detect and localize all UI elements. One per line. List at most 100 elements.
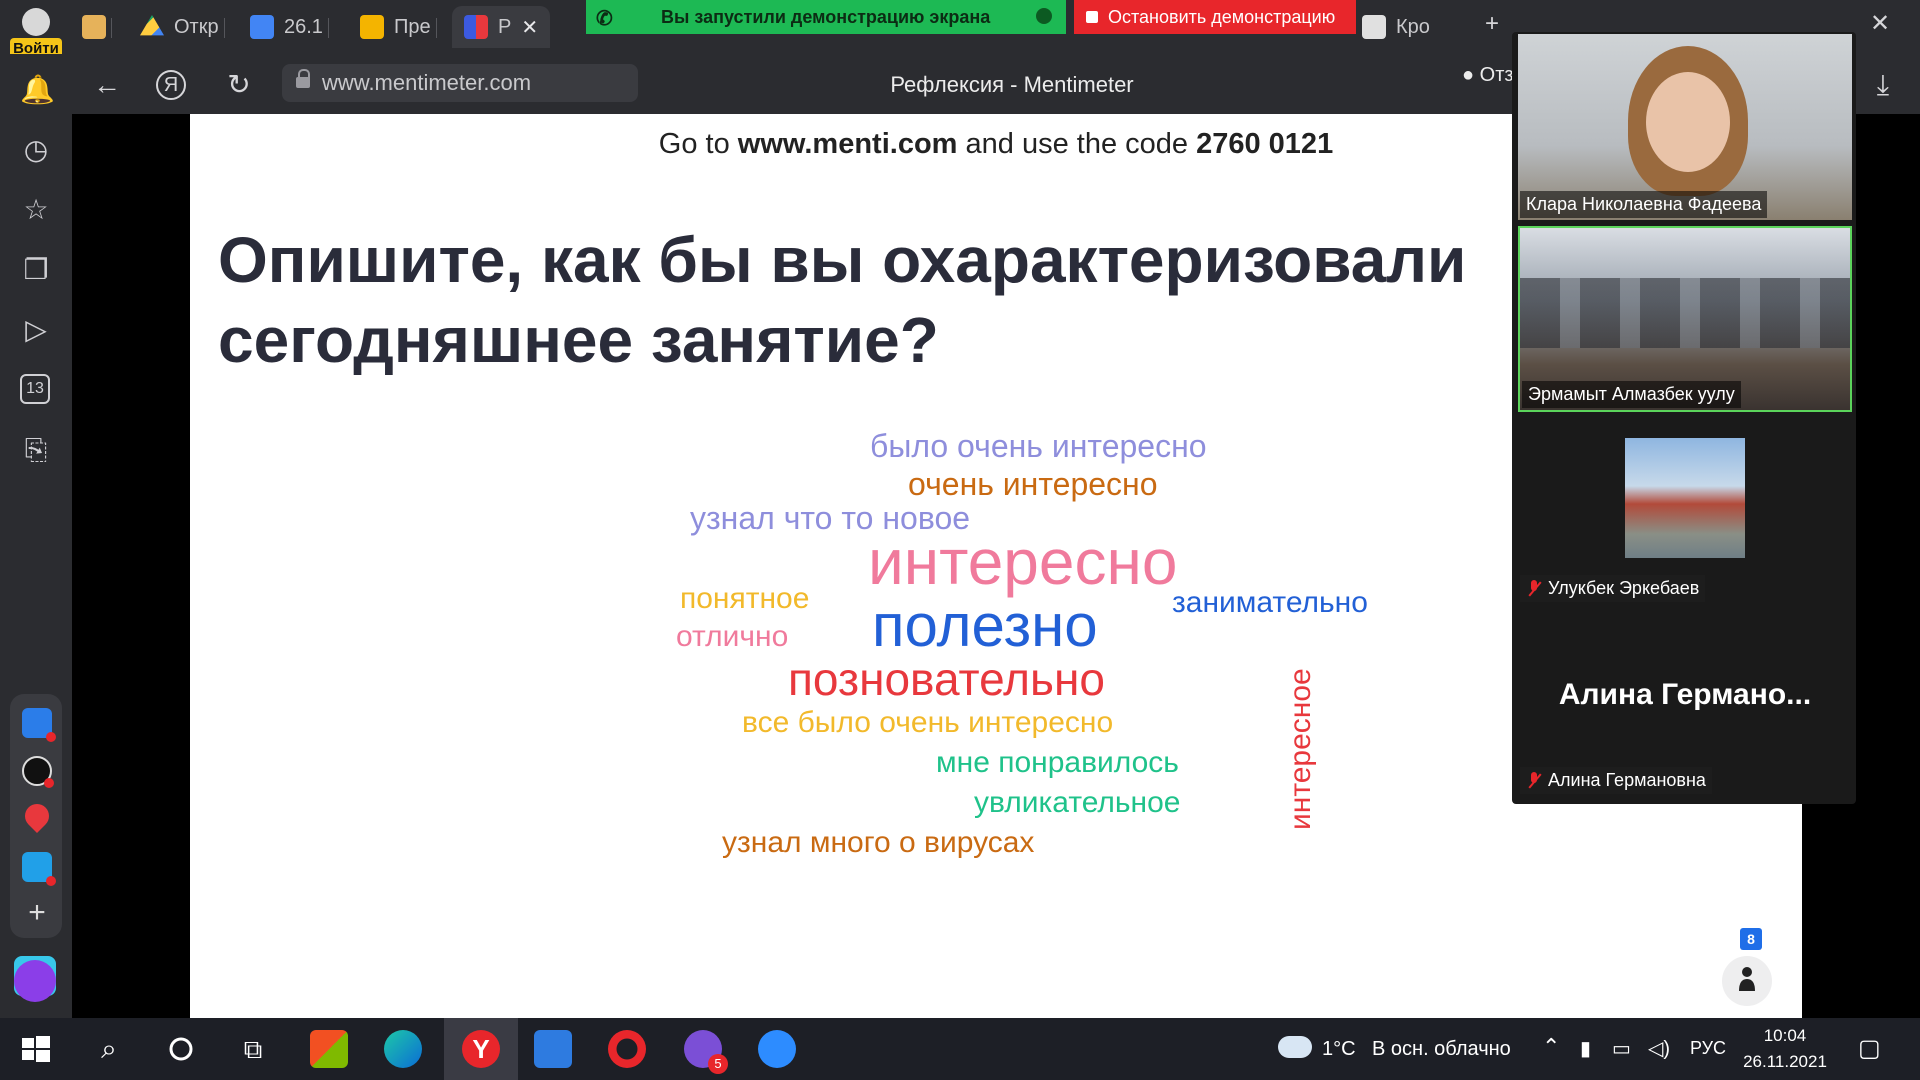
question-title: Опишите, как бы вы охарактеризовали сего…	[218, 224, 1467, 376]
tab-google-docs[interactable]: 26.1	[250, 6, 329, 48]
page-title: Рефлексия - Mentimeter	[890, 72, 1134, 97]
new-tab-icon[interactable]: +	[1476, 8, 1508, 40]
video-tile-camera-off[interactable]: Алина Германо... Алина Германовна	[1518, 610, 1852, 796]
bookmarks-star-icon[interactable]: ☆	[20, 194, 52, 226]
tab-label: 26.1	[284, 15, 323, 38]
tab-favicon-icon	[1362, 15, 1386, 39]
cloud-word: занимательно	[1172, 586, 1368, 619]
join-code: 2760 0121	[1196, 128, 1334, 160]
tab-label: Откр	[174, 15, 219, 38]
video-tile-active-speaker[interactable]: Эрмамыт Алмазбек уулу	[1518, 226, 1852, 412]
join-site: www.menti.com	[737, 128, 958, 160]
viber-unread-badge: 5	[708, 1054, 728, 1074]
language-indicator[interactable]: РУС	[1690, 1038, 1726, 1059]
windows-start-icon[interactable]	[16, 1030, 54, 1068]
calendar-icon[interactable]: 13	[20, 374, 50, 404]
sidebar-apps-group: +	[10, 694, 62, 938]
participant-name: Эрмамыт Алмазбек уулу	[1528, 384, 1735, 404]
cloud-word: интересно	[868, 526, 1178, 598]
bell-icon[interactable]: 🔔	[20, 74, 55, 106]
tab-right[interactable]: Кро	[1362, 6, 1430, 48]
video-play-icon[interactable]: ▷	[20, 314, 52, 346]
download-icon[interactable]: ⤓	[1866, 68, 1900, 102]
battery-icon[interactable]: ▭	[1612, 1036, 1631, 1061]
share-banner-text: Вы запустили демонстрацию экрана	[661, 6, 991, 27]
participant-display-name: Алина Германо...	[1558, 678, 1812, 711]
review-button[interactable]: ● Отз	[1462, 64, 1514, 87]
participants-button[interactable]	[1722, 956, 1772, 1006]
google-drive-icon	[140, 15, 164, 36]
market-app-icon[interactable]	[22, 852, 56, 886]
participant-name: Алина Германовна	[1548, 770, 1706, 790]
participant-name-label: Улукбек Эркебаев	[1520, 575, 1706, 602]
microphone-muted-icon	[1526, 771, 1542, 790]
microsoft-store-icon[interactable]	[310, 1030, 348, 1068]
chevron-up-icon[interactable]: ⌃	[1542, 1034, 1560, 1060]
cloud-word: все было очень интересно	[742, 706, 1114, 739]
cloud-word: позновательно	[788, 653, 1105, 705]
camera-app-icon[interactable]	[22, 756, 54, 788]
add-app-icon[interactable]: +	[22, 898, 52, 928]
tab-bookmark-fox[interactable]	[82, 6, 112, 48]
profile-avatar	[22, 8, 50, 36]
history-clock-icon[interactable]: ◷	[20, 134, 52, 166]
cortana-icon[interactable]	[162, 1030, 200, 1068]
screenshot-camera-icon[interactable]: ⎘	[20, 434, 52, 466]
notifications-icon[interactable]: ▢	[1858, 1034, 1881, 1063]
zoom-icon[interactable]	[758, 1030, 796, 1068]
mentimeter-favicon-icon	[464, 15, 488, 39]
yandex-browser-taskbar-item[interactable]: Y	[444, 1018, 518, 1080]
stop-share-button[interactable]: Остановить демонстрацию	[1074, 0, 1356, 34]
stop-icon	[1086, 11, 1098, 23]
collections-icon[interactable]: ❐	[20, 254, 52, 286]
google-slides-icon	[360, 15, 384, 39]
yandex-logo-icon[interactable]: Я	[156, 70, 186, 100]
search-icon[interactable]: ⌕	[90, 1030, 128, 1068]
viber-icon[interactable]: 5	[684, 1030, 728, 1074]
alice-assistant-icon[interactable]	[14, 960, 56, 1002]
cloud-word: понятное	[680, 582, 810, 615]
docs-app-icon[interactable]	[22, 708, 56, 742]
tab-mentimeter-active[interactable]: Р ✕	[452, 6, 551, 48]
tab-label: Кро	[1396, 15, 1430, 38]
url-text: www.mentimeter.com	[322, 70, 532, 95]
phone-icon: ✆	[596, 8, 613, 30]
close-tab-icon[interactable]: ✕	[521, 15, 538, 40]
opera-browser-icon[interactable]	[608, 1030, 646, 1068]
participant-avatar-image	[1625, 438, 1745, 558]
clock-time[interactable]: 10:04	[1740, 1026, 1830, 1046]
google-docs-icon	[250, 15, 274, 39]
tab-google-slides[interactable]: Пре	[360, 6, 437, 48]
yandex-browser-icon: Y	[462, 1030, 500, 1068]
reload-icon[interactable]: ↻	[222, 68, 256, 102]
windows-taskbar: ⌕ ⧉ Y 5 1°C В осн. облачно ⌃ ▮ ▭ ◁) РУС …	[0, 1018, 1920, 1080]
classroom-video	[1520, 278, 1850, 348]
task-view-icon[interactable]: ⧉	[234, 1030, 272, 1068]
close-window-icon[interactable]: ✕	[1864, 8, 1896, 40]
shield-check-icon	[1036, 8, 1052, 24]
tab-google-drive[interactable]: Откр	[140, 6, 225, 48]
maps-pin-icon[interactable]	[20, 799, 54, 833]
login-profile-button[interactable]: Войти	[8, 8, 64, 60]
participant-name-label: Эрмамыт Алмазбек уулу	[1522, 381, 1741, 408]
video-tile[interactable]: Клара Николаевна Фадеева	[1518, 34, 1852, 220]
join-middle: and use the code	[957, 128, 1197, 160]
review-label: Отз	[1479, 64, 1514, 86]
volume-icon[interactable]: ◁)	[1648, 1036, 1670, 1061]
edge-browser-icon[interactable]	[384, 1030, 422, 1068]
url-field[interactable]: www.mentimeter.com	[282, 64, 638, 102]
video-tile-camera-off[interactable]: Улукбек Эркебаев	[1518, 418, 1852, 604]
back-arrow-icon[interactable]: ←	[90, 68, 124, 102]
participant-name: Клара Николаевна Фадеева	[1526, 194, 1762, 214]
stop-share-label: Остановить демонстрацию	[1108, 6, 1336, 27]
microphone-icon[interactable]: ▮	[1580, 1036, 1591, 1061]
join-prefix: Go to	[658, 128, 738, 160]
video-conference-panel: Клара Николаевна Фадеева Эрмамыт Алмазбе…	[1512, 32, 1856, 804]
weather-description[interactable]: В осн. облачно	[1372, 1038, 1511, 1061]
speech-bubble-icon: ●	[1462, 64, 1475, 86]
weather-temperature[interactable]: 1°C	[1322, 1038, 1356, 1061]
microphone-muted-icon	[1526, 579, 1542, 598]
cloud-word: увликательное	[974, 786, 1181, 819]
clock-date[interactable]: 26.11.2021	[1740, 1052, 1830, 1072]
mail-icon[interactable]	[534, 1030, 572, 1068]
